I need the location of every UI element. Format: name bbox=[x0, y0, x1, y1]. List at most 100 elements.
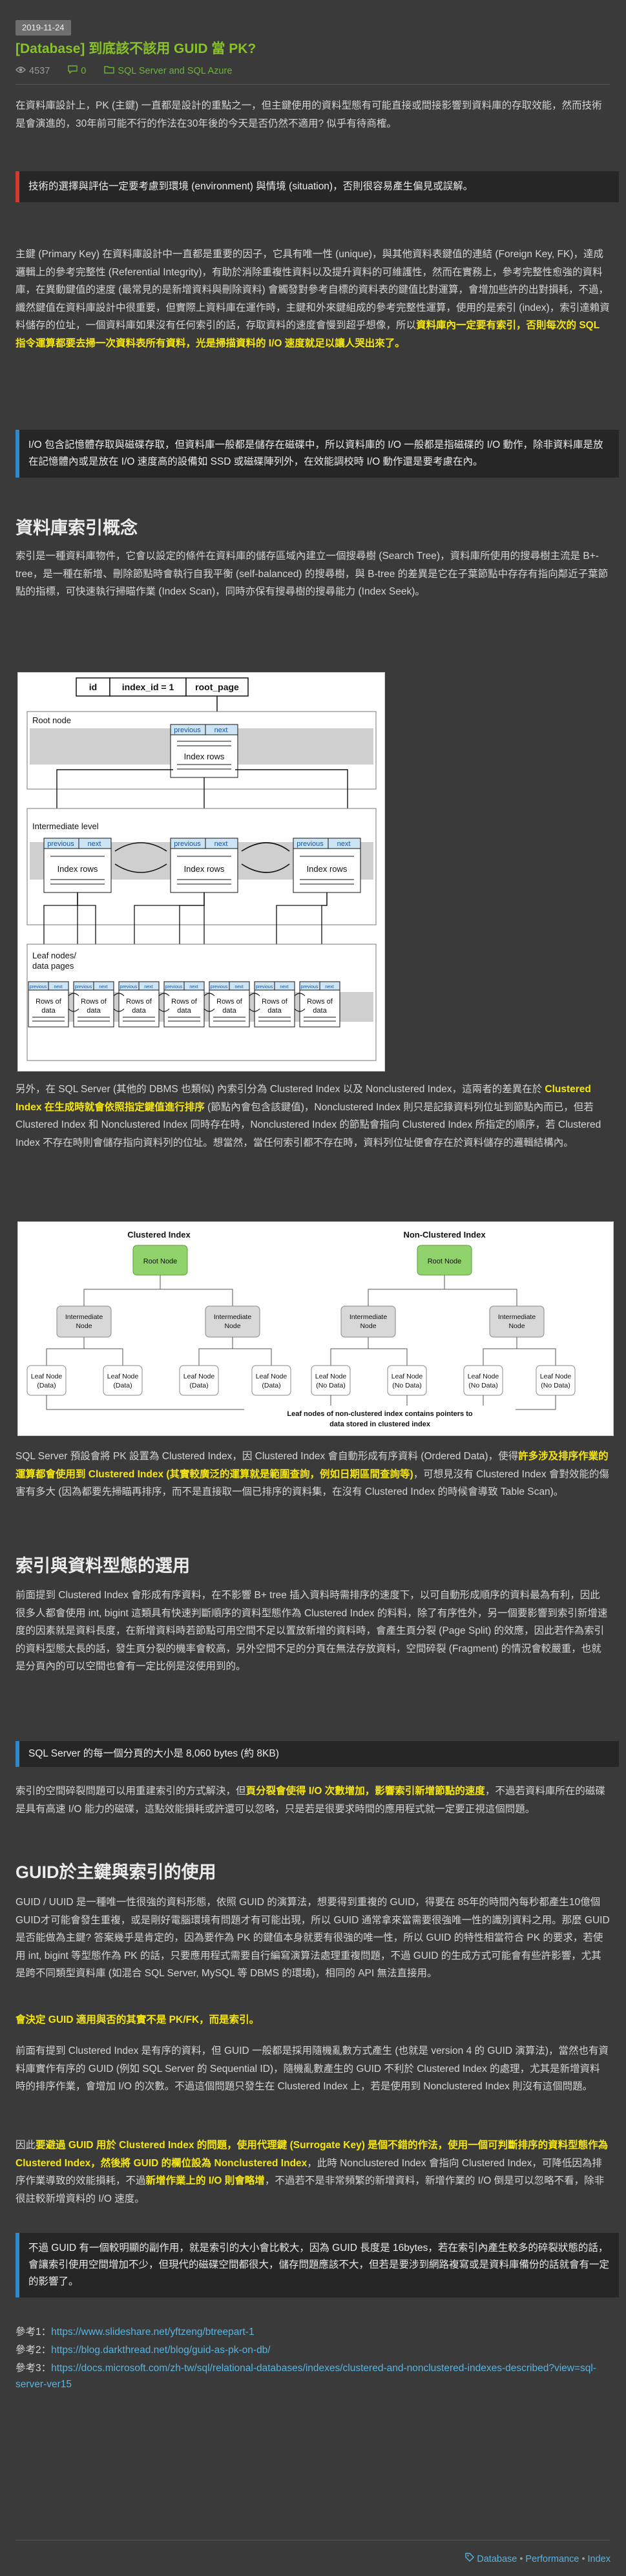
svg-text:(No Data): (No Data) bbox=[541, 1382, 570, 1389]
header-cell-root-page: root_page bbox=[195, 682, 239, 692]
leaf-prev-pointer: previous bbox=[165, 985, 183, 989]
svg-text:Intermediate: Intermediate bbox=[498, 1313, 536, 1321]
leaf-next-pointer: next bbox=[99, 985, 107, 989]
blog-post-page: 2019-11-24 [Database] 到底該不該用 GUID 當 PK? … bbox=[0, 0, 626, 2576]
comments-counter[interactable]: 0 bbox=[68, 65, 86, 78]
svg-text:(Data): (Data) bbox=[113, 1382, 132, 1389]
leaf-prev-pointer: previous bbox=[30, 985, 47, 989]
sqlserver-text-before: SQL Server 預設會將 PK 設置為 Clustered Index，因… bbox=[16, 1451, 519, 1462]
io-note: I/O 包含記憶體存取與磁碟存取，但資料庫一般都是儲存在磁碟中，所以資料庫的 I… bbox=[16, 430, 619, 478]
leaf-rows-label-2: data bbox=[132, 1007, 146, 1015]
svg-text:Node: Node bbox=[224, 1322, 240, 1330]
svg-text:(Data): (Data) bbox=[262, 1382, 280, 1389]
leaf-next-pointer: next bbox=[325, 985, 333, 989]
heading-guid: GUID於主鍵與索引的使用 bbox=[16, 1863, 216, 1882]
sqlserver-default-paragraph: SQL Server 預設會將 PK 設置為 Clustered Index，因… bbox=[16, 1448, 610, 1501]
nonclustered-leaf-node: Leaf Node (No Data) bbox=[311, 1365, 351, 1396]
clustered-vs-nonclustered-figure: Clustered Index Non-Clustered Index Root… bbox=[17, 1221, 614, 1436]
reference-2: 參考2：https://blog.darkthread.net/blog/gui… bbox=[16, 2342, 610, 2358]
leaf-next-pointer: next bbox=[280, 985, 288, 989]
svg-text:Node: Node bbox=[508, 1322, 525, 1330]
leaf-rows-label-1: Rows of bbox=[81, 998, 107, 1006]
heading-index-and-types: 索引與資料型態的選用 bbox=[16, 1556, 190, 1576]
intermediate-level-label: Intermediate level bbox=[32, 821, 99, 831]
int2-prev-pointer: previous bbox=[174, 840, 201, 848]
post-title[interactable]: [Database] 到底該不該用 GUID 當 PK? bbox=[16, 40, 256, 58]
heading-index-concept: 資料庫索引概念 bbox=[16, 518, 138, 538]
nonclustered-tree: Root Node Intermediate Node Intermediate… bbox=[330, 1245, 556, 1366]
tag-index[interactable]: Index bbox=[588, 2551, 610, 2568]
leaf-level-label-1: Leaf nodes/ bbox=[32, 951, 76, 960]
leaf-data-page: previous next Rows ofdata bbox=[254, 981, 295, 1028]
leaf-next-pointer: next bbox=[189, 985, 198, 989]
root-node-label: Root node bbox=[32, 715, 71, 725]
svg-text:Intermediate: Intermediate bbox=[350, 1313, 388, 1321]
reference-3-label: 參考3： bbox=[16, 2363, 52, 2374]
leaf-next-pointer: next bbox=[54, 985, 62, 989]
clustered-root-node: Root Node bbox=[143, 1258, 178, 1265]
guid-paragraph: GUID / UUID 是一種唯一性很強的資料形態，依照 GUID 的演算法，想… bbox=[16, 1897, 610, 1980]
leaf-rows-label-2: data bbox=[87, 1007, 101, 1015]
svg-text:Leaf Node: Leaf Node bbox=[256, 1373, 287, 1380]
root-index-rows: Index rows bbox=[184, 752, 225, 761]
index-paragraph: 索引是一種資料庫物件，它會以設定的條件在資料庫的儲存區域內建立一個搜尋樹 (Se… bbox=[16, 551, 609, 598]
leaf-prev-pointer: previous bbox=[211, 985, 228, 989]
int2-index-rows: Index rows bbox=[184, 864, 225, 874]
guid-clustered-paragraph: 前面有提到 Clustered Index 是有序的資料，但 GUID 一般都是… bbox=[16, 2045, 609, 2093]
category-link[interactable]: SQL Server and SQL Azure bbox=[104, 65, 232, 78]
clustered-leaf-node: Leaf Node (Data) bbox=[103, 1365, 143, 1396]
clustered-leaf-node: Leaf Node (Data) bbox=[251, 1365, 291, 1396]
int1-index-rows: Index rows bbox=[57, 864, 98, 874]
reference-1-label: 參考1： bbox=[16, 2327, 52, 2338]
clustered-index-paragraph: 另外，在 SQL Server (其他的 DBMS 也類似) 內索引分為 Clu… bbox=[16, 1081, 610, 1152]
reference-2-label: 參考2： bbox=[16, 2345, 52, 2356]
tag-icon bbox=[465, 2551, 475, 2568]
clustered-tree: Root Node Intermediate Node Intermediate… bbox=[46, 1245, 272, 1366]
leaf-rows-label-2: data bbox=[177, 1007, 191, 1015]
svg-text:Leaf Node: Leaf Node bbox=[315, 1373, 347, 1380]
reference-1-link[interactable]: https://www.slideshare.net/yftzeng/btree… bbox=[51, 2327, 254, 2338]
leaf-rows-label-1: Rows of bbox=[171, 998, 198, 1006]
leaf-level-label-2: data pages bbox=[32, 961, 74, 971]
nonclustered-index-title: Non-Clustered Index bbox=[403, 1230, 486, 1240]
leaf-data-page: previous next Rows ofdata bbox=[118, 981, 160, 1028]
category-label: SQL Server and SQL Azure bbox=[118, 66, 233, 76]
leaf-rows-label-1: Rows of bbox=[262, 998, 288, 1006]
leaf-rows-label-2: data bbox=[267, 1007, 282, 1015]
reference-3-link[interactable]: https://docs.microsoft.com/zh-tw/sql/rel… bbox=[16, 2363, 596, 2390]
guid-key-statement: 會決定 GUID 適用與否的其實不是 PK/FK，而是索引。 bbox=[16, 2014, 260, 2025]
split-highlight: 頁分裂會使得 I/O 次數增加，影響索引新增節點的速度 bbox=[245, 1786, 485, 1797]
post-date-badge: 2019-11-24 bbox=[16, 20, 71, 36]
int3-index-rows: Index rows bbox=[307, 864, 348, 874]
types-paragraph: 前面提到 Clustered Index 會形成有序資料，在不影響 B+ tre… bbox=[16, 1590, 608, 1673]
svg-text:Node: Node bbox=[76, 1322, 92, 1330]
leaf-next-pointer: next bbox=[144, 985, 152, 989]
clustered-index-title: Clustered Index bbox=[127, 1230, 191, 1240]
int1-next-pointer: next bbox=[88, 840, 101, 848]
leaf-next-pointer: next bbox=[235, 985, 243, 989]
leaf-rows-label-1: Rows of bbox=[126, 998, 152, 1006]
meta-divider bbox=[16, 84, 610, 85]
nonclustered-root-node: Root Node bbox=[428, 1258, 462, 1265]
leaf-data-page: previous next Rows ofdata bbox=[73, 981, 114, 1028]
tag-performance[interactable]: Performance bbox=[525, 2551, 579, 2568]
clustered-text-before: 另外，在 SQL Server (其他的 DBMS 也類似) 內索引分為 Clu… bbox=[16, 1084, 545, 1095]
clustered-leaf-nodes: Leaf Node (Data) Leaf Node (Data) Leaf Node (… bbox=[26, 1365, 291, 1396]
final-highlight-2: 新增作業上的 I/O 則會略增 bbox=[145, 2175, 265, 2187]
leaf-data-page: previous next Rows ofdata bbox=[28, 981, 69, 1028]
svg-text:Intermediate: Intermediate bbox=[214, 1313, 252, 1321]
header-cell-id: id bbox=[89, 682, 97, 692]
svg-text:(No Data): (No Data) bbox=[316, 1382, 346, 1389]
svg-text:(No Data): (No Data) bbox=[468, 1382, 498, 1389]
reference-2-link[interactable]: https://blog.darkthread.net/blog/guid-as… bbox=[51, 2345, 271, 2356]
leaf-rows-label-1: Rows of bbox=[36, 998, 62, 1006]
split-text-before: 索引的空間碎裂問題可以用重建索引的方式解決，但 bbox=[16, 1786, 246, 1797]
btree-figure: id index_id = 1 root_page Root node prev… bbox=[17, 672, 385, 1072]
tag-database[interactable]: Database bbox=[477, 2551, 517, 2568]
nonclustered-leaf-node: Leaf Node (No Data) bbox=[463, 1365, 503, 1396]
svg-text:(Data): (Data) bbox=[37, 1382, 56, 1389]
svg-text:Leaf Node: Leaf Node bbox=[31, 1373, 63, 1380]
nonclustered-leaf-nodes: Leaf Node(No Data)Leaf Node(No Data)Leaf… bbox=[311, 1365, 576, 1396]
leaf-rows-label-2: data bbox=[41, 1007, 56, 1015]
svg-text:Leaf Node: Leaf Node bbox=[468, 1373, 499, 1380]
